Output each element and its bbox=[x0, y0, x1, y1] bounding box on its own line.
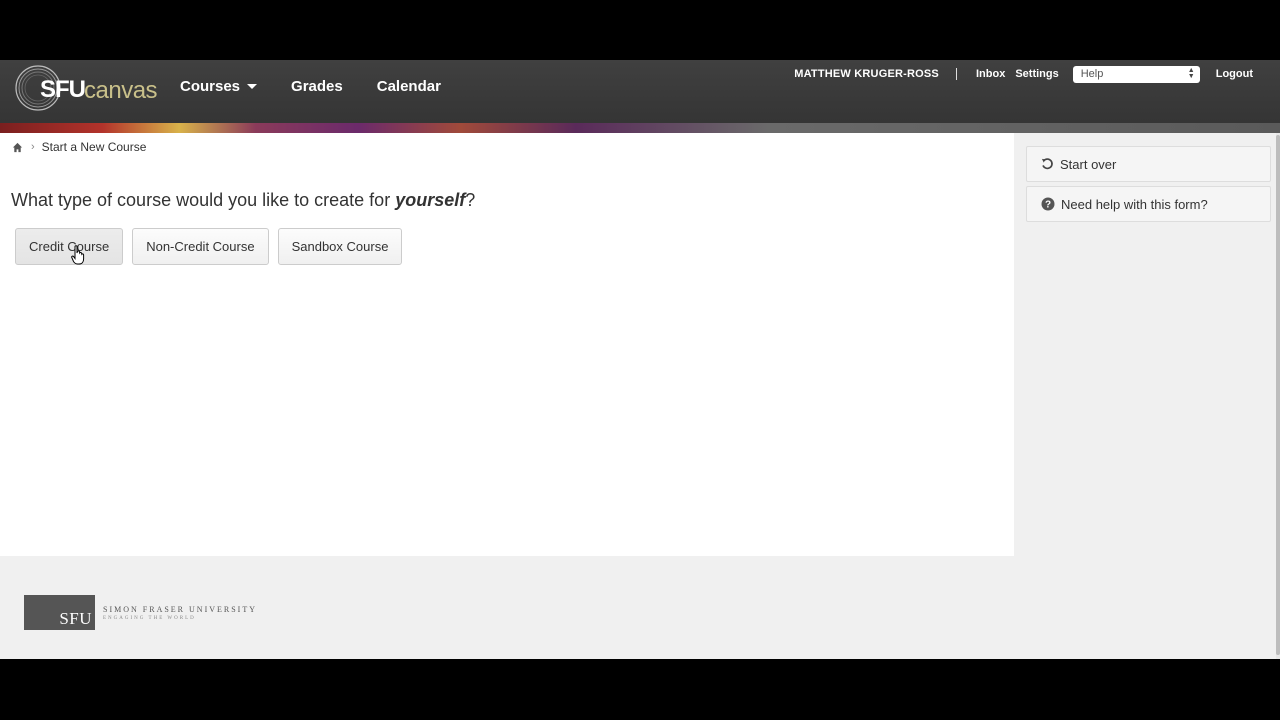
sfu-footer-logo[interactable]: SFU SIMON FRASER UNIVERSITY ENGAGING THE… bbox=[24, 595, 257, 630]
vertical-scrollbar[interactable] bbox=[1276, 133, 1280, 659]
need-help-button[interactable]: ? Need help with this form? bbox=[1026, 186, 1271, 222]
right-sidebar: Start over ? Need help with this form? bbox=[1014, 133, 1280, 659]
help-select-value: Help bbox=[1080, 68, 1104, 80]
nav-grades[interactable]: Grades bbox=[291, 78, 343, 95]
course-type-question: What type of course would you like to cr… bbox=[11, 190, 475, 211]
sandbox-course-button[interactable]: Sandbox Course bbox=[277, 228, 403, 265]
nav-calendar[interactable]: Calendar bbox=[377, 78, 441, 95]
sfu-mark: SFU bbox=[24, 595, 95, 630]
main-nav: Courses Grades Calendar bbox=[180, 78, 475, 95]
global-header: SFU canvas Courses Grades Calendar MATTH… bbox=[0, 60, 1280, 133]
main-content: › Start a New Course What type of course… bbox=[0, 133, 1014, 556]
start-over-label: Start over bbox=[1060, 156, 1117, 172]
start-over-button[interactable]: Start over bbox=[1026, 146, 1271, 182]
breadcrumb: › Start a New Course bbox=[12, 140, 146, 154]
hand-cursor-icon bbox=[71, 245, 85, 265]
select-arrows-icon: ▲ ▼ bbox=[1187, 66, 1195, 80]
non-credit-course-button[interactable]: Non-Credit Course bbox=[132, 228, 269, 265]
logo-canvas-text: canvas bbox=[84, 77, 158, 104]
nav-courses[interactable]: Courses bbox=[180, 78, 258, 95]
user-name-link[interactable]: MATTHEW KRUGER-ROSS bbox=[794, 68, 939, 80]
browser-viewport: SFU canvas Courses Grades Calendar MATTH… bbox=[0, 60, 1280, 659]
sfu-canvas-logo[interactable]: SFU canvas bbox=[14, 64, 158, 112]
scrollbar-thumb[interactable] bbox=[1276, 135, 1280, 655]
help-select[interactable]: Help ▲ ▼ bbox=[1072, 65, 1200, 83]
refresh-icon bbox=[1041, 157, 1053, 169]
divider bbox=[955, 68, 957, 80]
user-menu: MATTHEW KRUGER-ROSS Inbox Settings Help … bbox=[794, 64, 1280, 84]
home-icon[interactable] bbox=[12, 142, 23, 153]
need-help-label: Need help with this form? bbox=[1061, 196, 1208, 212]
inbox-link[interactable]: Inbox bbox=[976, 68, 1005, 80]
credit-course-button[interactable]: Credit Course bbox=[15, 228, 124, 265]
question-suffix: ? bbox=[465, 190, 476, 210]
sfu-wordmark: SIMON FRASER UNIVERSITY ENGAGING THE WOR… bbox=[103, 605, 257, 621]
breadcrumb-current[interactable]: Start a New Course bbox=[42, 140, 147, 154]
nav-courses-label: Courses bbox=[180, 78, 241, 95]
university-name: SIMON FRASER UNIVERSITY bbox=[103, 604, 258, 614]
header-color-stripe bbox=[0, 123, 1280, 133]
svg-text:?: ? bbox=[1045, 200, 1051, 211]
question-circle-icon: ? bbox=[1041, 197, 1055, 211]
university-tagline: ENGAGING THE WORLD bbox=[103, 615, 196, 621]
caret-down-icon bbox=[247, 84, 258, 89]
question-prefix: What type of course would you like to cr… bbox=[11, 190, 396, 210]
logo-sfu-text: SFU bbox=[40, 76, 86, 103]
settings-link[interactable]: Settings bbox=[1015, 68, 1058, 80]
chevron-right-icon: › bbox=[31, 141, 35, 153]
question-emphasis: yourself bbox=[395, 190, 466, 210]
footer: SFU SIMON FRASER UNIVERSITY ENGAGING THE… bbox=[0, 556, 1014, 659]
logout-link[interactable]: Logout bbox=[1216, 68, 1253, 80]
